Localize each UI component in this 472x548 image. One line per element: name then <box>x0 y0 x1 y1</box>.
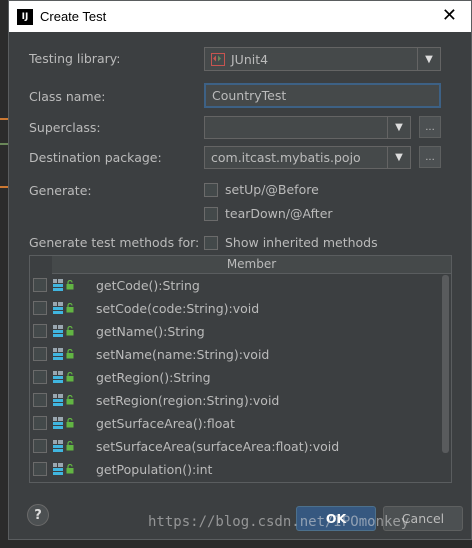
public-access-icon <box>66 441 74 451</box>
table-row[interactable]: setRegion(region:String):void <box>30 389 451 412</box>
public-access-icon <box>66 349 74 359</box>
member-column-header: Member <box>52 256 451 274</box>
member-checkbox[interactable] <box>33 462 47 476</box>
create-test-dialog: IJ Create Test ✕ Testing library: JUnit4… <box>8 0 472 540</box>
members-list: getCode():String setCode(code:String):voi… <box>30 274 451 481</box>
member-name: setName(name:String):void <box>96 347 270 362</box>
public-access-icon <box>66 303 74 313</box>
class-name-label: Class name: <box>29 89 106 104</box>
method-icon <box>53 463 63 475</box>
public-access-icon <box>66 280 74 290</box>
teardown-label: tearDown/@After <box>225 206 333 221</box>
table-row[interactable]: setName(name:String):void <box>30 343 451 366</box>
table-row[interactable]: getName():String <box>30 320 451 343</box>
table-row[interactable]: setSurfaceArea(surfaceArea:float):void <box>30 435 451 458</box>
method-icon <box>53 371 63 383</box>
member-checkbox[interactable] <box>33 439 47 453</box>
ide-code-mark <box>0 143 8 145</box>
member-checkbox[interactable] <box>33 324 47 338</box>
table-row[interactable]: getPopulation():int <box>30 458 451 481</box>
public-access-icon <box>66 326 74 336</box>
member-checkbox[interactable] <box>33 301 47 315</box>
table-row[interactable]: setCode(code:String):void <box>30 297 451 320</box>
ide-bottom-strip <box>0 540 472 548</box>
member-name: getRegion():String <box>96 370 211 385</box>
member-checkbox[interactable] <box>33 347 47 361</box>
superclass-input[interactable]: ▼ <box>204 116 411 139</box>
dialog-title: Create Test <box>40 9 107 24</box>
show-inherited-checkbox[interactable] <box>204 236 218 250</box>
testing-library-label: Testing library: <box>29 51 121 66</box>
testing-library-value: JUnit4 <box>231 51 269 67</box>
method-icon <box>53 302 63 314</box>
chevron-down-icon[interactable]: ▼ <box>387 117 410 138</box>
test-methods-label: Generate test methods for: <box>29 235 200 250</box>
teardown-checkbox[interactable] <box>204 207 218 221</box>
generate-label: Generate: <box>29 183 92 198</box>
table-row[interactable]: getCode():String <box>30 274 451 297</box>
junit-icon <box>211 52 225 66</box>
members-table[interactable]: Member getCode():String setCode(code:Stri… <box>29 255 452 483</box>
public-access-icon <box>66 418 74 428</box>
superclass-label: Superclass: <box>29 120 101 135</box>
member-name: getName():String <box>96 324 205 339</box>
method-icon <box>53 394 63 406</box>
testing-library-select[interactable]: JUnit4 ▼ <box>204 47 441 71</box>
member-name: setRegion(region:String):void <box>96 393 280 408</box>
superclass-browse-button[interactable]: ... <box>419 116 441 138</box>
public-access-icon <box>66 464 74 474</box>
watermark: https://blog.csdn.net/IPOmonkey <box>148 514 410 530</box>
public-access-icon <box>66 395 74 405</box>
chevron-down-icon[interactable]: ▼ <box>417 48 440 70</box>
member-name: getSurfaceArea():float <box>96 416 235 431</box>
chevron-down-icon[interactable]: ▼ <box>387 147 410 168</box>
class-name-value: CountryTest <box>212 88 287 103</box>
member-name: getPopulation():int <box>96 462 213 477</box>
destination-package-label: Destination package: <box>29 150 162 165</box>
member-name: getCode():String <box>96 278 200 293</box>
vertical-scrollbar[interactable] <box>442 275 449 453</box>
intellij-icon: IJ <box>17 8 33 25</box>
package-browse-button[interactable]: ... <box>419 146 441 168</box>
close-button[interactable]: ✕ <box>442 7 457 25</box>
method-icon <box>53 417 63 429</box>
member-name: setCode(code:String):void <box>96 301 260 316</box>
public-access-icon <box>66 372 74 382</box>
table-row[interactable]: getSurfaceArea():float <box>30 412 451 435</box>
ide-code-mark <box>0 186 8 188</box>
destination-package-select[interactable]: com.itcast.mybatis.pojo ▼ <box>204 146 411 169</box>
member-checkbox[interactable] <box>33 370 47 384</box>
class-name-input[interactable]: CountryTest <box>204 83 441 108</box>
member-name: setSurfaceArea(surfaceArea:float):void <box>96 439 340 454</box>
show-inherited-label: Show inherited methods <box>225 235 378 250</box>
member-checkbox[interactable] <box>33 416 47 430</box>
member-checkbox[interactable] <box>33 393 47 407</box>
table-row[interactable]: getRegion():String <box>30 366 451 389</box>
method-icon <box>53 325 63 337</box>
setup-label: setUp/@Before <box>225 182 319 197</box>
title-bar: IJ Create Test ✕ <box>9 1 471 32</box>
method-icon <box>53 279 63 291</box>
help-button[interactable]: ? <box>27 504 49 526</box>
method-icon <box>53 348 63 360</box>
destination-package-value: com.itcast.mybatis.pojo <box>211 150 361 165</box>
member-checkbox[interactable] <box>33 278 47 292</box>
ide-code-mark <box>0 118 8 120</box>
setup-checkbox[interactable] <box>204 183 218 197</box>
method-icon <box>53 440 63 452</box>
